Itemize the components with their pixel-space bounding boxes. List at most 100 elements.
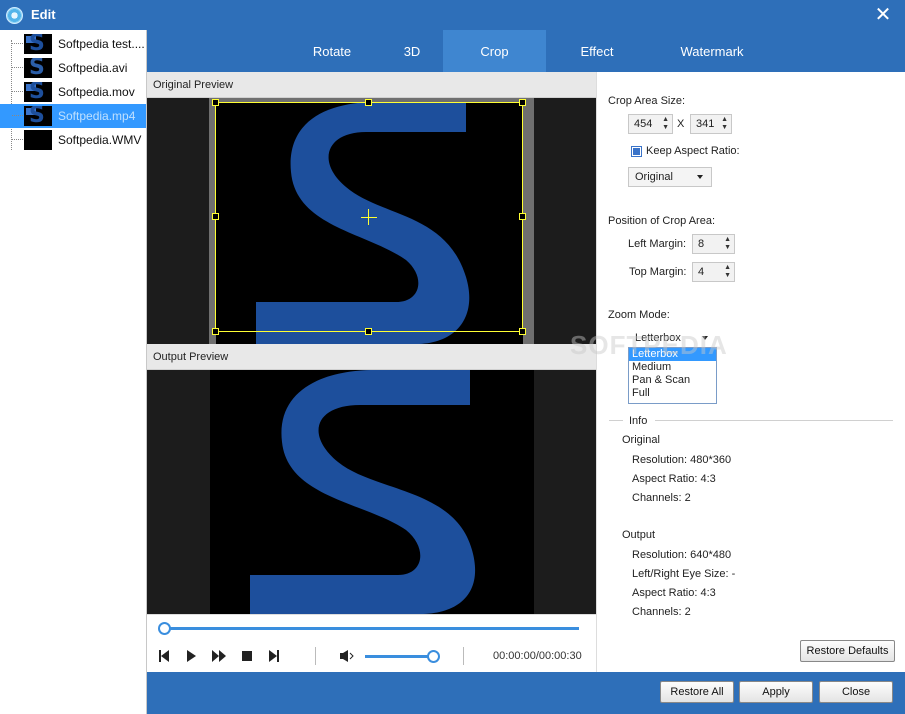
file-name: Softpedia.WMV — [58, 133, 142, 147]
original-preview-header: Original Preview — [147, 72, 596, 98]
skip-end-icon[interactable] — [268, 649, 280, 663]
thumb-logo: S — [29, 58, 45, 78]
apply-button[interactable]: Apply — [739, 681, 813, 703]
video-thumb: S — [24, 82, 52, 102]
original-preview-label: Original Preview — [153, 79, 234, 91]
s-logo-image — [250, 370, 476, 614]
stepper-arrows-icon[interactable]: ▲ ▼ — [724, 236, 731, 252]
output-aspect: Aspect Ratio: 4:3 — [632, 587, 716, 599]
volume-icon[interactable] — [339, 649, 355, 663]
crop-handle[interactable] — [212, 99, 219, 106]
dimension-separator: X — [677, 118, 685, 130]
watermark-logo: SOFTPEDIA — [570, 330, 728, 360]
aspect-ratio-value: Original — [635, 171, 673, 183]
tree-branch — [12, 43, 23, 44]
original-info-heading: Original — [622, 434, 660, 446]
left-margin-stepper[interactable]: 8 ▲ ▼ — [692, 234, 735, 254]
tree-branch — [12, 115, 23, 116]
keep-aspect-checkbox[interactable] — [631, 146, 642, 157]
divider — [609, 420, 623, 421]
file-list: S Softpedia test.... S Softpedia.avi S S… — [0, 30, 147, 714]
divider — [315, 647, 316, 665]
stepper-arrows-icon[interactable]: ▲ ▼ — [662, 116, 669, 132]
restore-all-button[interactable]: Restore All — [660, 681, 734, 703]
window-title: Edit — [31, 7, 56, 22]
list-item[interactable]: S Softpedia.mov — [0, 80, 146, 104]
info-group-label: Info — [629, 415, 648, 427]
crosshair-icon[interactable] — [368, 209, 369, 225]
crosshair-icon[interactable] — [361, 217, 377, 218]
title-bar: Edit ✕ — [0, 0, 905, 30]
original-channels: Channels: 2 — [632, 492, 691, 504]
list-item[interactable]: S Softpedia.avi — [0, 56, 146, 80]
tab-crop[interactable]: Crop — [443, 30, 546, 72]
crop-handle[interactable] — [212, 328, 219, 335]
top-margin-label: Top Margin: — [629, 266, 687, 278]
crop-handle[interactable] — [519, 99, 526, 106]
crop-handle[interactable] — [212, 213, 219, 220]
list-item[interactable]: Softpedia.WMV — [0, 128, 146, 152]
top-margin-value: 4 — [698, 266, 705, 278]
play-icon[interactable] — [185, 649, 197, 663]
left-margin-label: Left Margin: — [628, 238, 687, 250]
volume-slider[interactable] — [365, 655, 435, 658]
zoom-option-pan-scan[interactable]: Pan & Scan — [629, 374, 716, 387]
crop-handle[interactable] — [365, 99, 372, 106]
output-video-frame — [210, 370, 534, 614]
keep-aspect-label: Keep Aspect Ratio: — [646, 145, 740, 157]
original-aspect: Aspect Ratio: 4:3 — [632, 473, 716, 485]
file-name: Softpedia.avi — [58, 61, 128, 75]
stepper-arrows-icon[interactable]: ▲ ▼ — [724, 264, 731, 280]
tab-effect[interactable]: Effect — [557, 30, 637, 72]
seek-handle[interactable] — [158, 622, 171, 635]
crop-handle[interactable] — [519, 328, 526, 335]
zoom-option-full[interactable]: Full — [629, 387, 716, 400]
tab-watermark[interactable]: Watermark — [667, 30, 757, 72]
crop-settings-panel: Crop Area Size: 454 ▲ ▼ X 341 ▲ ▼ Keep Asp… — [596, 72, 905, 672]
crop-width-stepper[interactable]: 454 ▲ ▼ — [628, 114, 673, 134]
output-preview-label: Output Preview — [153, 351, 229, 363]
zoom-mode-label: Zoom Mode: — [608, 309, 670, 321]
skip-back-icon[interactable] — [158, 649, 170, 663]
aspect-ratio-select[interactable]: Original — [628, 167, 712, 187]
crop-area-size-label: Crop Area Size: — [608, 95, 686, 107]
seek-bar[interactable] — [164, 627, 579, 630]
output-preview — [147, 370, 596, 614]
black-thumb — [24, 130, 52, 150]
position-label: Position of Crop Area: — [608, 215, 716, 227]
tab-3d[interactable]: 3D — [375, 30, 449, 72]
tab-bar: Rotate 3D Crop Effect Watermark — [147, 30, 905, 72]
fast-forward-icon[interactable] — [211, 649, 227, 663]
thumb-logo: S — [29, 34, 45, 54]
output-eye-size: Left/Right Eye Size: - — [632, 568, 736, 580]
tab-rotate[interactable]: Rotate — [292, 30, 372, 72]
stepper-arrows-icon[interactable]: ▲ ▼ — [721, 116, 728, 132]
stop-icon[interactable] — [241, 649, 253, 663]
tree-branch — [12, 139, 23, 140]
restore-defaults-button[interactable]: Restore Defaults — [800, 640, 895, 662]
close-button[interactable]: Close — [819, 681, 893, 703]
crop-width-value: 454 — [634, 118, 653, 130]
top-margin-stepper[interactable]: 4 ▲ ▼ — [692, 262, 735, 282]
divider — [463, 647, 464, 665]
video-thumb: S — [24, 34, 52, 54]
tree-branch — [12, 91, 23, 92]
crop-height-stepper[interactable]: 341 ▲ ▼ — [690, 114, 732, 134]
window-close-icon[interactable]: ✕ — [873, 4, 893, 24]
left-margin-value: 8 — [698, 238, 705, 250]
output-resolution: Resolution: 640*480 — [632, 549, 732, 561]
bottom-bar: Restore All Apply Close — [147, 672, 905, 714]
output-preview-header: Output Preview — [147, 344, 596, 370]
list-item-selected[interactable]: S Softpedia.mp4 — [0, 104, 146, 128]
crop-handle[interactable] — [519, 213, 526, 220]
output-channels: Channels: 2 — [632, 606, 691, 618]
output-info-heading: Output — [622, 529, 656, 541]
volume-handle[interactable] — [427, 650, 440, 663]
s-logo-thumb: S — [24, 58, 52, 78]
zoom-option-medium[interactable]: Medium — [629, 361, 716, 374]
app-logo-icon — [6, 7, 23, 24]
crop-handle[interactable] — [365, 328, 372, 335]
video-thumb: S — [24, 106, 52, 126]
list-item[interactable]: S Softpedia test.... — [0, 32, 146, 56]
timecode: 00:00:00/00:00:30 — [493, 650, 582, 662]
